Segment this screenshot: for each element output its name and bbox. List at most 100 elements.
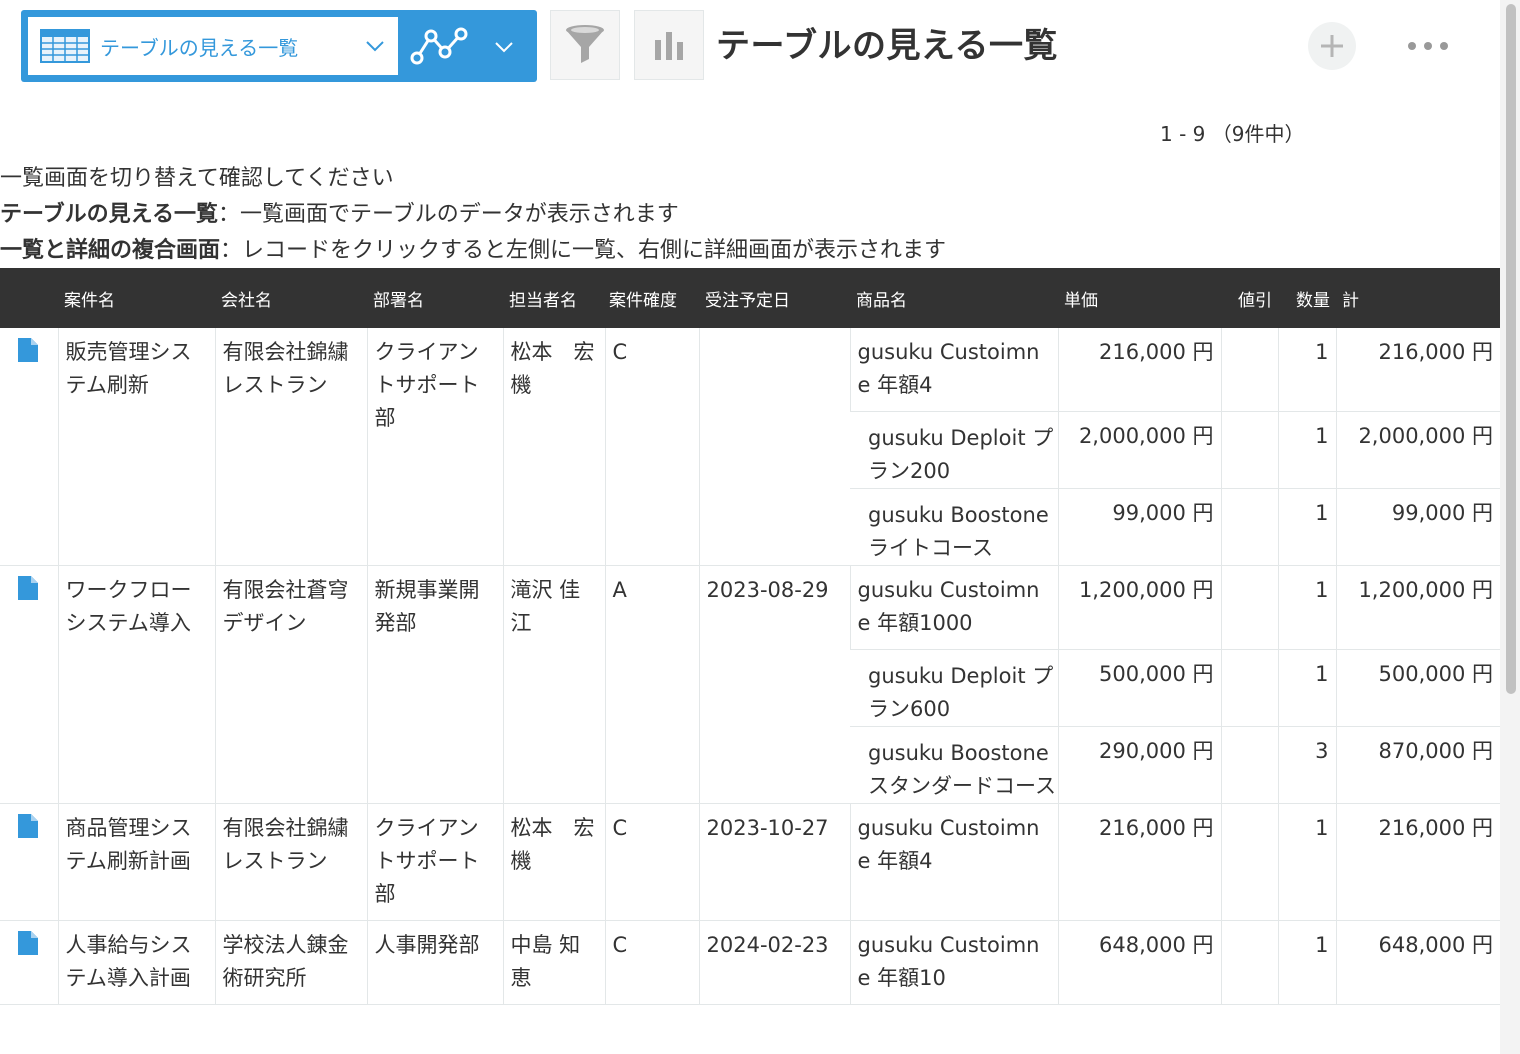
discount-cell: [1220, 411, 1278, 489]
price-cell: 648,000 円: [1057, 920, 1221, 1005]
ellipsis-icon[interactable]: [1404, 36, 1452, 56]
table-header-row: 案件名 会社名 部署名 担当者名 案件確度 受注予定日 商品名 単価 値引 数量…: [0, 268, 1500, 328]
qty-cell: 1: [1277, 328, 1336, 412]
person-cell: 滝沢 佳江: [502, 565, 605, 804]
table-icon: [40, 29, 90, 63]
column-header[interactable]: 担当者名: [503, 268, 605, 328]
price-cell: 290,000 円: [1057, 726, 1221, 804]
certainty-cell: C: [604, 920, 699, 1005]
person-cell: 松本 宏機: [502, 328, 605, 566]
description-line-3: 一覧と詳細の複合画面：レコードをクリックすると左側に一覧、右側に詳細画面が表示さ…: [0, 238, 947, 263]
person-cell: 中島 知恵: [502, 920, 605, 1005]
plus-icon: [1321, 35, 1343, 57]
graph-summary-button[interactable]: [634, 10, 704, 80]
total-cell: 648,000 円: [1335, 920, 1500, 1005]
price-cell: 500,000 円: [1057, 649, 1221, 727]
certainty-cell: A: [604, 565, 699, 804]
product-cell: gusuku Deploit プラン200: [850, 411, 1058, 489]
bar-chart-icon: [655, 32, 683, 60]
document-icon[interactable]: [18, 814, 38, 838]
date-cell: 2023-08-29: [698, 565, 850, 804]
department-cell: クライアントサポート部: [366, 803, 503, 921]
total-cell: 1,200,000 円: [1335, 565, 1500, 650]
table-row[interactable]: ワークフローシステム導入 有限会社蒼穹デザイン 新規事業開発部 滝沢 佳江 A …: [0, 565, 1500, 804]
description-line-1: 一覧画面を切り替えて確認してください: [0, 166, 394, 191]
qty-cell: 1: [1277, 411, 1336, 489]
view-selector: テーブルの見える一覧: [21, 10, 537, 82]
product-cell: gusuku Custoimne 年額4: [849, 328, 1058, 412]
product-cell: gusuku Custoimne 年額4: [849, 803, 1058, 921]
funnel-icon: [566, 25, 604, 63]
product-cell: gusuku Deploit プラン600: [850, 649, 1058, 727]
project-name-cell: 販売管理システム刷新: [57, 328, 215, 566]
page-title: テーブルの見える一覧: [716, 26, 1058, 66]
total-cell: 2,000,000 円: [1335, 411, 1500, 489]
record-detail-link[interactable]: [0, 328, 58, 566]
column-header[interactable]: 計: [1336, 268, 1500, 328]
record-detail-link[interactable]: [0, 565, 58, 804]
date-cell: [698, 328, 850, 566]
column-header[interactable]: 受注予定日: [699, 268, 850, 328]
discount-cell: [1220, 920, 1278, 1005]
department-cell: クライアントサポート部: [366, 328, 503, 566]
column-header[interactable]: 商品名: [850, 268, 1058, 328]
company-cell: 有限会社錦繍レストラン: [214, 803, 367, 921]
table-row[interactable]: 商品管理システム刷新計画 有限会社錦繍レストラン クライアントサポート部 松本 …: [0, 803, 1500, 921]
line-graph-icon[interactable]: [407, 24, 471, 68]
qty-cell: 1: [1277, 565, 1336, 650]
date-cell: 2023-10-27: [698, 803, 850, 921]
department-cell: 人事開発部: [366, 920, 503, 1005]
table-row[interactable]: 販売管理システム刷新 有限会社錦繍レストラン クライアントサポート部 松本 宏機…: [0, 328, 1500, 566]
column-header[interactable]: 単価: [1058, 268, 1221, 328]
project-name-cell: ワークフローシステム導入: [57, 565, 215, 804]
document-icon[interactable]: [18, 931, 38, 955]
price-cell: 216,000 円: [1057, 803, 1221, 921]
record-detail-link[interactable]: [0, 920, 58, 1005]
scrollbar-thumb[interactable]: [1506, 4, 1516, 694]
total-cell: 99,000 円: [1335, 488, 1500, 566]
discount-cell: [1220, 649, 1278, 727]
qty-cell: 1: [1277, 488, 1336, 566]
table-row[interactable]: 人事給与システム導入計画 学校法人錬金術研究所 人事開発部 中島 知恵 C 20…: [0, 920, 1500, 1005]
description-line-2: テーブルの見える一覧：一覧画面でテーブルのデータが表示されます: [0, 202, 679, 227]
record-detail-link[interactable]: [0, 803, 58, 921]
column-header[interactable]: 値引: [1221, 268, 1278, 328]
date-cell: 2024-02-23: [698, 920, 850, 1005]
product-cell: gusuku Boostone スタンダードコース: [850, 726, 1058, 804]
company-cell: 有限会社錦繍レストラン: [214, 328, 367, 566]
records-table: 案件名 会社名 部署名 担当者名 案件確度 受注予定日 商品名 単価 値引 数量…: [0, 268, 1500, 1005]
document-icon[interactable]: [18, 338, 38, 362]
company-cell: 学校法人錬金術研究所: [214, 920, 367, 1005]
column-header[interactable]: 数量: [1278, 268, 1336, 328]
vertical-scrollbar[interactable]: [1500, 0, 1520, 1054]
column-header[interactable]: 案件名: [58, 268, 215, 328]
company-cell: 有限会社蒼穹デザイン: [214, 565, 367, 804]
column-header[interactable]: 会社名: [215, 268, 367, 328]
price-cell: 1,200,000 円: [1057, 565, 1221, 650]
price-cell: 99,000 円: [1057, 488, 1221, 566]
pagination-info: 1 - 9 （9件中）: [1160, 122, 1305, 146]
product-cell: gusuku Boostone ライトコース: [850, 488, 1058, 566]
view-dropdown[interactable]: テーブルの見える一覧: [28, 17, 398, 75]
total-cell: 870,000 円: [1335, 726, 1500, 804]
filter-button[interactable]: [550, 10, 620, 80]
qty-cell: 1: [1277, 803, 1336, 921]
product-cell: gusuku Custoimne 年額10: [849, 920, 1058, 1005]
view-name: テーブルの見える一覧: [100, 35, 299, 60]
column-header[interactable]: 部署名: [367, 268, 503, 328]
department-cell: 新規事業開発部: [366, 565, 503, 804]
chevron-down-icon[interactable]: [493, 36, 515, 58]
column-header[interactable]: 案件確度: [605, 268, 699, 328]
project-name-cell: 商品管理システム刷新計画: [57, 803, 215, 921]
discount-cell: [1220, 726, 1278, 804]
price-cell: 216,000 円: [1057, 328, 1221, 412]
document-icon[interactable]: [18, 576, 38, 600]
qty-cell: 1: [1277, 649, 1336, 727]
qty-cell: 1: [1277, 920, 1336, 1005]
product-cell: gusuku Custoimne 年額1000: [849, 565, 1058, 650]
price-cell: 2,000,000 円: [1057, 411, 1221, 489]
add-record-button[interactable]: [1308, 22, 1356, 70]
person-cell: 松本 宏機: [502, 803, 605, 921]
project-name-cell: 人事給与システム導入計画: [57, 920, 215, 1005]
discount-cell: [1220, 328, 1278, 412]
